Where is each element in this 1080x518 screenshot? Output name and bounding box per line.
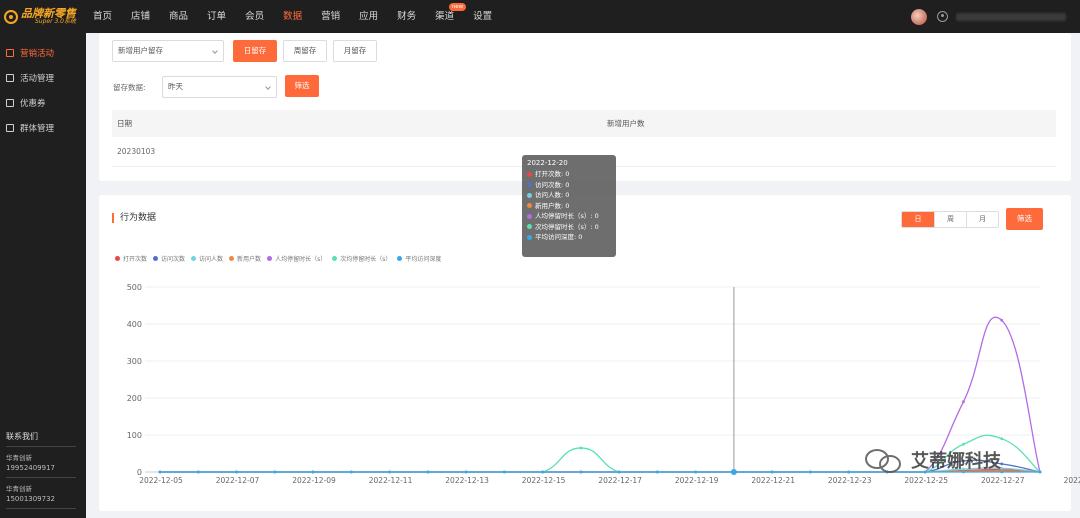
x-tick-label: 2022-12-19 bbox=[675, 476, 719, 485]
data-point bbox=[655, 470, 659, 474]
tooltip-date: 2022-12-20 bbox=[527, 159, 568, 167]
data-point bbox=[1000, 437, 1004, 441]
y-tick-label: 100 bbox=[127, 431, 142, 440]
highlight-point bbox=[730, 469, 737, 475]
data-point bbox=[847, 470, 851, 474]
x-tick-label: 2022-12-21 bbox=[751, 476, 795, 485]
chart-tooltip: 2022-12-20 打开次数: 0 访问次数: 0 访问人数: 0 新用户数: 0 人… bbox=[522, 155, 616, 257]
tooltip-dot bbox=[527, 182, 532, 188]
data-point bbox=[311, 470, 315, 474]
wechat-icon bbox=[865, 449, 903, 473]
watermark-text: 艾蒂娜科技 bbox=[911, 451, 1001, 472]
y-tick-label: 300 bbox=[127, 357, 142, 366]
tooltip-row-label: 平均访问深度: 0 bbox=[535, 233, 583, 241]
tooltip-row-label: 打开次数: 0 bbox=[535, 170, 570, 178]
data-point bbox=[809, 470, 812, 474]
tooltip-row: 打开次数: 0 bbox=[527, 169, 611, 180]
tooltip-row-label: 访问次数: 0 bbox=[535, 180, 570, 189]
x-tick-label: 2022-12-05 bbox=[139, 476, 183, 485]
tooltip-row: 人均停留时长（s）: 0 bbox=[527, 211, 611, 222]
data-point bbox=[617, 470, 621, 474]
x-tick-label: 2022-12-11 bbox=[369, 476, 413, 485]
x-tick-label: 2022-12 bbox=[1064, 476, 1080, 485]
tooltip-row: 访问人数: 0 bbox=[527, 190, 611, 201]
data-point bbox=[349, 470, 353, 474]
tooltip-dot bbox=[527, 171, 532, 177]
data-point bbox=[502, 470, 506, 474]
data-point bbox=[694, 470, 698, 474]
data-point bbox=[158, 470, 162, 474]
data-point bbox=[464, 470, 468, 474]
watermark: 艾蒂娜科技 bbox=[865, 447, 1001, 473]
behavior-line-chart: 01002003004005002022-12-05 2022-12-07 2022… bbox=[127, 283, 1080, 485]
x-tick-label: 2022-12-09 bbox=[292, 476, 336, 485]
y-tick-label: 400 bbox=[127, 320, 142, 329]
data-point bbox=[541, 470, 545, 474]
tooltip-row-label: 访问人数: 0 bbox=[535, 191, 570, 199]
data-point bbox=[962, 442, 965, 446]
tooltip-row: 新用户数: 0 bbox=[527, 201, 611, 212]
tooltip-row-label: 次均停留时长（s）: 0 bbox=[535, 222, 599, 231]
data-point bbox=[235, 470, 238, 474]
tooltip-dot bbox=[527, 213, 532, 219]
data-point bbox=[579, 446, 583, 450]
y-tick-label: 500 bbox=[127, 283, 142, 292]
x-tick-label: 2022-12-27 bbox=[981, 476, 1025, 485]
data-point bbox=[426, 470, 430, 474]
tooltip-dot bbox=[527, 203, 532, 209]
tooltip-dot bbox=[527, 234, 532, 240]
x-tick-label: 2022-12-25 bbox=[904, 476, 948, 485]
tooltip-row: 访问次数: 0 bbox=[527, 180, 611, 191]
tooltip-row-label: 人均停留时长（s）: 0 bbox=[535, 212, 599, 220]
data-point bbox=[1038, 470, 1042, 474]
data-point bbox=[579, 470, 583, 474]
data-point bbox=[1000, 318, 1004, 322]
tooltip-row-label: 新用户数: 0 bbox=[535, 201, 570, 210]
data-point bbox=[962, 400, 965, 404]
data-point bbox=[273, 470, 277, 474]
tooltip-row: 平均访问深度: 0 bbox=[527, 232, 611, 243]
tooltip-dot bbox=[527, 224, 532, 230]
x-tick-label: 2022-12-15 bbox=[522, 476, 566, 485]
x-tick-label: 2022-12-07 bbox=[216, 476, 260, 485]
data-point bbox=[388, 470, 391, 474]
data-point bbox=[770, 470, 774, 474]
tooltip-row: 次均停留时长（s）: 0 bbox=[527, 222, 611, 233]
x-tick-label: 2022-12-23 bbox=[828, 476, 872, 485]
x-tick-label: 2022-12-13 bbox=[445, 476, 489, 485]
data-point bbox=[196, 470, 200, 474]
y-tick-label: 200 bbox=[127, 394, 142, 403]
x-tick-label: 2022-12-17 bbox=[598, 476, 642, 485]
tooltip-dot bbox=[527, 192, 532, 198]
